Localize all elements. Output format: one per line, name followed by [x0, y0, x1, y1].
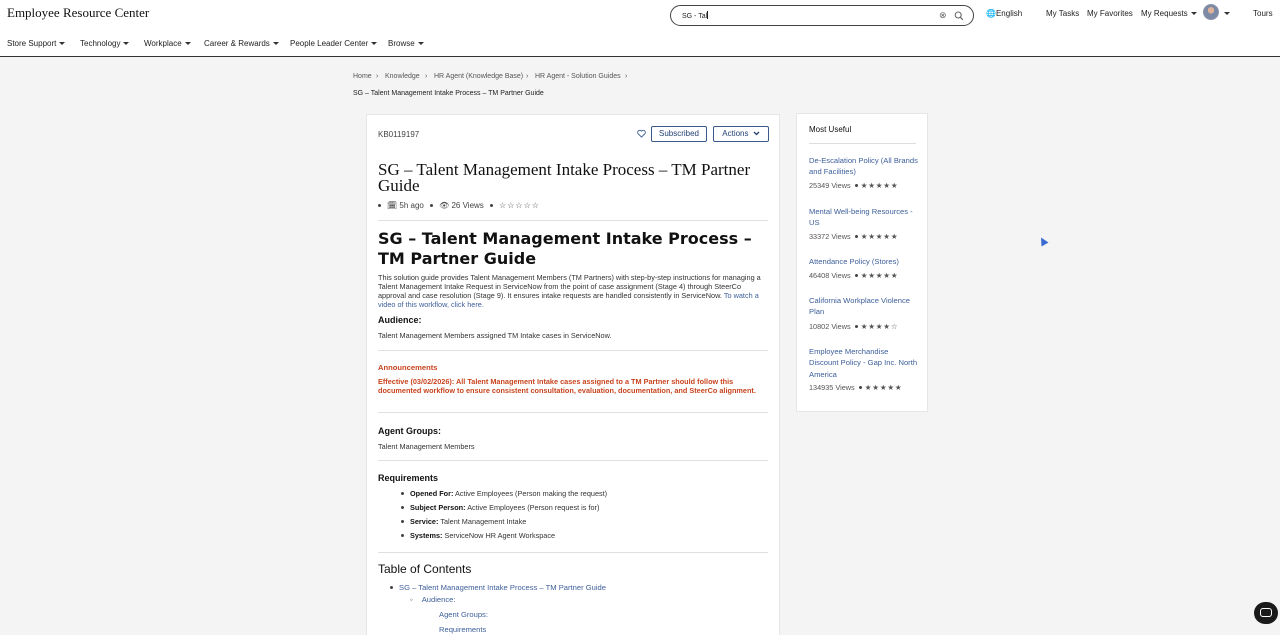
chevron-right-icon: ›: [526, 73, 529, 80]
chat-icon: [1260, 608, 1272, 617]
requirement-item: Service: Talent Management Intake: [401, 517, 526, 526]
toc-item[interactable]: SG – Talent Management Intake Process – …: [390, 583, 606, 592]
most-useful-link[interactable]: California Workplace Violence Plan: [809, 295, 919, 318]
announcements-label: Announcements: [378, 363, 438, 372]
top-header: Employee Resource Center SG - Tal ⊗ 🌐Eng…: [0, 0, 1280, 57]
agent-groups-text: Talent Management Members: [378, 442, 475, 451]
most-useful-meta: 10802 Views ★★★★☆: [809, 322, 899, 331]
requirements-label: Requirements: [378, 473, 439, 483]
most-useful-meta: 33372 Views ★★★★★: [809, 232, 899, 241]
nav-people-leader-center[interactable]: People Leader Center: [290, 39, 378, 48]
most-useful-link[interactable]: Attendance Policy (Stores): [809, 256, 919, 267]
agent-groups-label: Agent Groups:: [378, 426, 441, 436]
nav-career-rewards[interactable]: Career & Rewards: [204, 39, 279, 48]
subscribed-button[interactable]: Subscribed: [651, 126, 707, 142]
actions-button[interactable]: Actions: [713, 126, 769, 142]
site-brand[interactable]: Employee Resource Center: [7, 5, 149, 21]
clear-search-icon[interactable]: ⊗: [939, 10, 947, 21]
most-useful-link[interactable]: De-Escalation Policy (All Brands and Fac…: [809, 155, 919, 178]
tours-link[interactable]: Tours: [1253, 9, 1273, 18]
most-useful-meta: 134935 Views ★★★★★: [809, 383, 903, 392]
divider: [378, 220, 768, 221]
my-favorites-link[interactable]: My Favorites: [1087, 9, 1133, 18]
article-card: KB0119197 Subscribed Actions SG – Talent…: [366, 114, 780, 635]
my-tasks-link[interactable]: My Tasks: [1046, 9, 1079, 18]
requirement-item: Subject Person: Active Employees (Person…: [401, 503, 599, 512]
article-views: 26 Views: [451, 201, 484, 210]
announcement-text: Effective (03/02/2026): All Talent Manag…: [378, 377, 756, 395]
divider: [809, 143, 916, 144]
chevron-down-icon: [123, 42, 130, 45]
most-useful-meta: 25349 Views ★★★★★: [809, 181, 899, 190]
article-number: KB0119197: [378, 130, 420, 139]
chevron-down-icon: [272, 42, 279, 45]
chevron-right-icon: ›: [625, 73, 628, 80]
nav-store-support[interactable]: Store Support: [7, 39, 66, 48]
globe-icon: 🌐: [986, 9, 996, 18]
audience-text: Talent Management Members assigned TM In…: [378, 331, 612, 340]
audience-label: Audience:: [378, 315, 422, 325]
mouse-cursor-icon: [1037, 235, 1049, 247]
chevron-right-icon: ›: [376, 73, 379, 80]
divider: [378, 350, 768, 351]
toc-heading: Table of Contents: [378, 562, 472, 576]
chevron-down-icon: [753, 131, 760, 136]
chevron-down-icon: [371, 42, 378, 45]
search-box[interactable]: SG - Tal ⊗: [670, 5, 974, 26]
language-selector[interactable]: 🌐English: [986, 9, 1022, 18]
divider: [378, 552, 768, 553]
chevron-right-icon: ›: [425, 73, 428, 80]
divider: [378, 460, 768, 461]
breadcrumb-current: SG – Talent Management Intake Process – …: [353, 90, 544, 97]
profile-chevron-down-icon[interactable]: [1224, 12, 1230, 15]
divider: [378, 412, 768, 413]
toc-item[interactable]: Agent Groups:: [439, 610, 488, 619]
eye-icon: 👁: [439, 201, 450, 210]
most-useful-link[interactable]: Employee Merchandise Discount Policy - G…: [809, 346, 919, 380]
my-requests-menu[interactable]: My Requests: [1141, 9, 1197, 18]
rating-stars[interactable]: ☆☆☆☆☆: [499, 201, 540, 210]
breadcrumb-home[interactable]: Home: [353, 73, 372, 80]
search-icon[interactable]: [954, 10, 964, 22]
most-useful-panel: Most Useful De-Escalation Policy (All Br…: [796, 113, 928, 412]
most-useful-meta: 46408 Views ★★★★★: [809, 271, 899, 280]
calendar-icon: 🗓: [387, 201, 398, 210]
most-useful-link[interactable]: Mental Well-being Resources - US: [809, 206, 919, 229]
requirement-item: Opened For: Active Employees (Person mak…: [401, 489, 607, 498]
chevron-down-icon: [417, 42, 424, 45]
article-meta: 🗓 5h ago 👁 26 Views ☆☆☆☆☆: [378, 201, 540, 210]
breadcrumb-solution-guides[interactable]: HR Agent - Solution Guides: [535, 73, 621, 80]
chevron-down-icon: [1190, 12, 1197, 15]
breadcrumb-knowledge[interactable]: Knowledge: [385, 73, 420, 80]
nav-browse[interactable]: Browse: [388, 39, 424, 48]
heart-icon[interactable]: [637, 129, 646, 138]
toc-item[interactable]: Requirements: [439, 625, 486, 634]
chevron-down-icon: [184, 42, 191, 45]
article-title: SG – Talent Management Intake Process – …: [378, 160, 751, 195]
most-useful-title: Most Useful: [809, 125, 852, 134]
nav-workplace[interactable]: Workplace: [144, 39, 191, 48]
chevron-down-icon: [59, 42, 66, 45]
article-heading: SG – Talent Management Intake Process – …: [378, 229, 752, 268]
search-input[interactable]: SG - Tal: [682, 11, 709, 20]
chat-button[interactable]: [1254, 602, 1278, 624]
requirement-item: Systems: ServiceNow HR Agent Workspace: [401, 531, 555, 540]
article-intro: This solution guide provides Talent Mana…: [378, 273, 761, 309]
nav-technology[interactable]: Technology: [80, 39, 130, 48]
toc-item[interactable]: ◦ Audience:: [410, 595, 455, 604]
article-age: 5h ago: [399, 201, 424, 210]
breadcrumb-hr-agent-kb[interactable]: HR Agent (Knowledge Base): [434, 73, 523, 80]
avatar[interactable]: [1203, 4, 1219, 20]
